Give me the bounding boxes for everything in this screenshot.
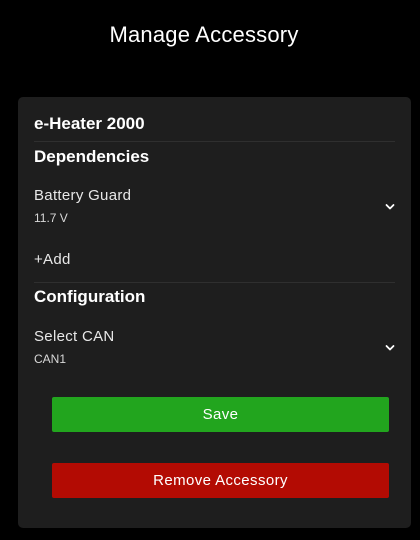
save-button[interactable]: Save	[52, 397, 389, 432]
add-dependency-link[interactable]: +Add	[34, 251, 71, 268]
page-title: Manage Accessory	[109, 22, 299, 47]
select-can-label: Select CAN	[34, 328, 115, 345]
dependency-label: Battery Guard	[34, 187, 132, 204]
chevron-down-icon	[385, 204, 395, 210]
header: Manage Accessory	[0, 0, 420, 72]
divider	[34, 282, 395, 283]
configuration-heading: Configuration	[34, 287, 146, 306]
dependencies-heading: Dependencies	[34, 147, 150, 166]
accessory-card: e-Heater 2000 Dependencies Battery Guard…	[18, 97, 411, 528]
dependency-battery-guard-select[interactable]: Battery Guard 11.7 V	[18, 187, 411, 243]
select-can-dropdown[interactable]: Select CAN CAN1	[18, 328, 411, 384]
manage-accessory-screen: Manage Accessory e-Heater 2000 Dependenc…	[0, 0, 420, 540]
dependency-value: 11.7 V	[34, 211, 68, 225]
divider	[34, 141, 395, 142]
remove-accessory-button[interactable]: Remove Accessory	[52, 463, 389, 498]
accessory-name: e-Heater 2000	[34, 114, 145, 133]
select-can-value: CAN1	[34, 352, 67, 366]
chevron-down-icon	[385, 345, 395, 351]
